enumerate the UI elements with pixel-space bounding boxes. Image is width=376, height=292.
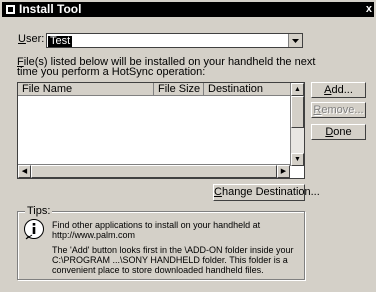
add-button[interactable]: Add... <box>311 82 366 98</box>
tips-legend: Tips: <box>25 205 53 217</box>
scroll-right-icon[interactable]: ▶ <box>277 165 290 178</box>
column-header-file-size[interactable]: File Size <box>154 83 204 96</box>
done-button[interactable]: Done <box>311 124 366 140</box>
horizontal-scroll-thumb[interactable] <box>31 165 277 178</box>
tip-para2-line2: C:\PROGRAM ...\SONY HANDHELD folder. Thi… <box>52 255 288 265</box>
install-tool-window: Install Tool x User: Test File(s) listed… <box>0 0 376 292</box>
remove-button[interactable]: Remove... <box>311 102 366 118</box>
column-header-file-name[interactable]: File Name <box>18 83 154 96</box>
tip-para2-line3: convenient place to store downloaded han… <box>52 265 264 275</box>
user-select-value: Test <box>48 35 73 47</box>
file-list[interactable]: File Name File Size Destination ▲ ▼ ◀ ▶ <box>17 82 305 179</box>
scroll-up-icon[interactable]: ▲ <box>291 83 304 96</box>
info-icon <box>24 219 44 240</box>
change-destination-button[interactable]: Change Destination... <box>213 184 320 201</box>
chevron-down-icon[interactable] <box>288 34 302 47</box>
user-select[interactable]: Test <box>46 33 303 48</box>
tip-link: http://www.palm.com <box>52 230 136 240</box>
tip-para2-line1: The 'Add' button looks first in the \ADD… <box>52 245 294 255</box>
close-button[interactable]: x <box>366 3 372 16</box>
vertical-scroll-thumb[interactable] <box>291 96 304 128</box>
palm-app-icon[interactable] <box>5 4 16 15</box>
scroll-left-icon[interactable]: ◀ <box>18 165 31 178</box>
column-header-destination[interactable]: Destination <box>204 83 292 96</box>
vertical-scrollbar[interactable]: ▲ ▼ <box>290 83 304 166</box>
user-label: User: <box>18 33 45 45</box>
scroll-down-icon[interactable]: ▼ <box>291 153 304 166</box>
title-bar: Install Tool x <box>2 2 374 17</box>
tip-line1: Find other applications to install on yo… <box>52 220 261 230</box>
horizontal-scrollbar[interactable]: ◀ ▶ <box>18 164 290 178</box>
window-title: Install Tool <box>19 2 82 16</box>
intro-text-line2: time you perform a HotSync operation: <box>17 66 206 78</box>
